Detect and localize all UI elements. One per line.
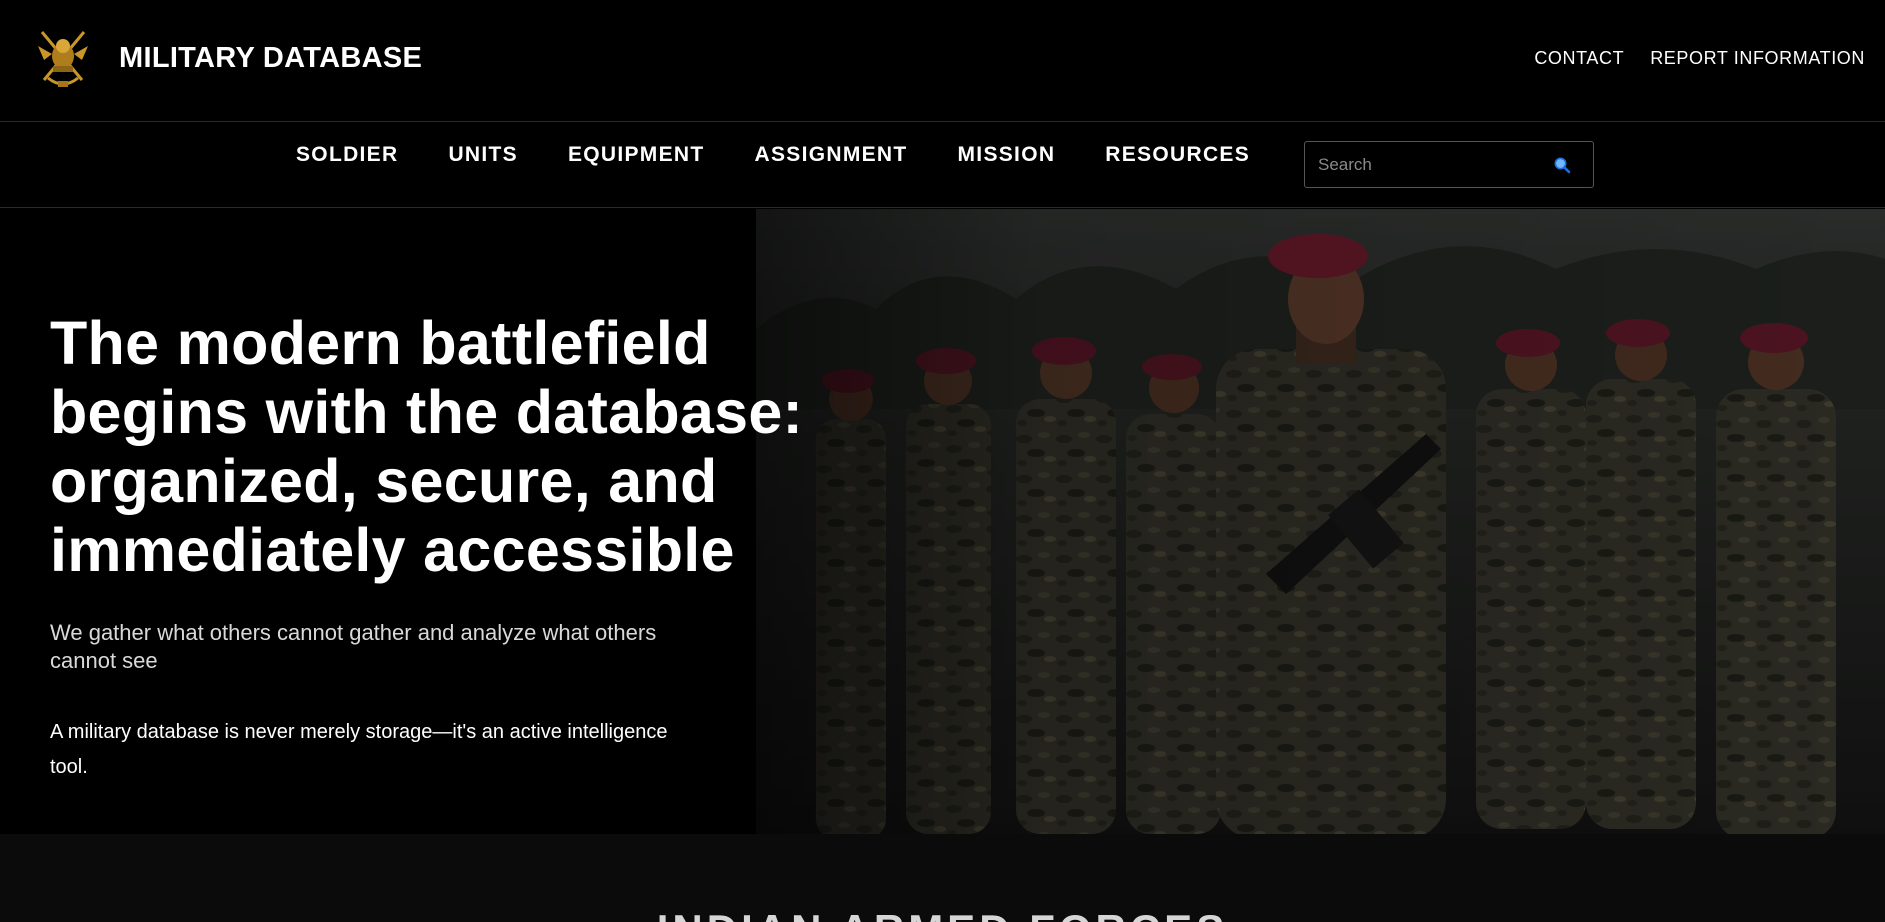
nav-item-equipment[interactable]: EQUIPMENT bbox=[568, 143, 705, 167]
top-header: MILITARY DATABASE CONTACT REPORT INFORMA… bbox=[0, 0, 1885, 122]
hero-heading-line-2: begins with the database: bbox=[50, 378, 804, 446]
top-links: CONTACT REPORT INFORMATION bbox=[1534, 48, 1865, 69]
section-title: INDIAN ARMED FORCES bbox=[0, 906, 1885, 922]
hero-text: The modern battlefield begins with the d… bbox=[50, 309, 850, 785]
nav-item-resources[interactable]: RESOURCES bbox=[1105, 143, 1250, 167]
search-input[interactable] bbox=[1305, 142, 1545, 187]
hero-heading-line-1: The modern battlefield bbox=[50, 309, 711, 377]
military-emblem-icon[interactable] bbox=[36, 26, 90, 92]
hero-subheading: We gather what others cannot gather and … bbox=[50, 620, 657, 673]
armed-forces-section: INDIAN ARMED FORCES bbox=[0, 834, 1885, 922]
search-box bbox=[1304, 141, 1594, 188]
main-nav: SOLDIER UNITS EQUIPMENT ASSIGNMENT MISSI… bbox=[0, 123, 1885, 208]
nav-items: SOLDIER UNITS EQUIPMENT ASSIGNMENT MISSI… bbox=[296, 143, 1250, 167]
hero-heading-line-3: organized, secure, and bbox=[50, 447, 718, 515]
brand-title[interactable]: MILITARY DATABASE bbox=[119, 42, 422, 75]
nav-item-mission[interactable]: MISSION bbox=[958, 143, 1056, 167]
nav-item-units[interactable]: UNITS bbox=[448, 143, 518, 167]
hero-heading: The modern battlefield begins with the d… bbox=[50, 309, 850, 585]
hero-soldiers-image bbox=[756, 209, 1885, 834]
hero-section: The modern battlefield begins with the d… bbox=[0, 209, 1885, 834]
nav-item-assignment[interactable]: ASSIGNMENT bbox=[755, 143, 908, 167]
hero-description: A military database is never merely stor… bbox=[50, 721, 668, 778]
nav-item-soldier[interactable]: SOLDIER bbox=[296, 143, 398, 167]
report-information-link[interactable]: REPORT INFORMATION bbox=[1650, 48, 1865, 69]
contact-link[interactable]: CONTACT bbox=[1534, 48, 1624, 69]
search-icon[interactable] bbox=[1553, 156, 1571, 174]
hero-heading-line-4: immediately accessible bbox=[50, 516, 735, 584]
